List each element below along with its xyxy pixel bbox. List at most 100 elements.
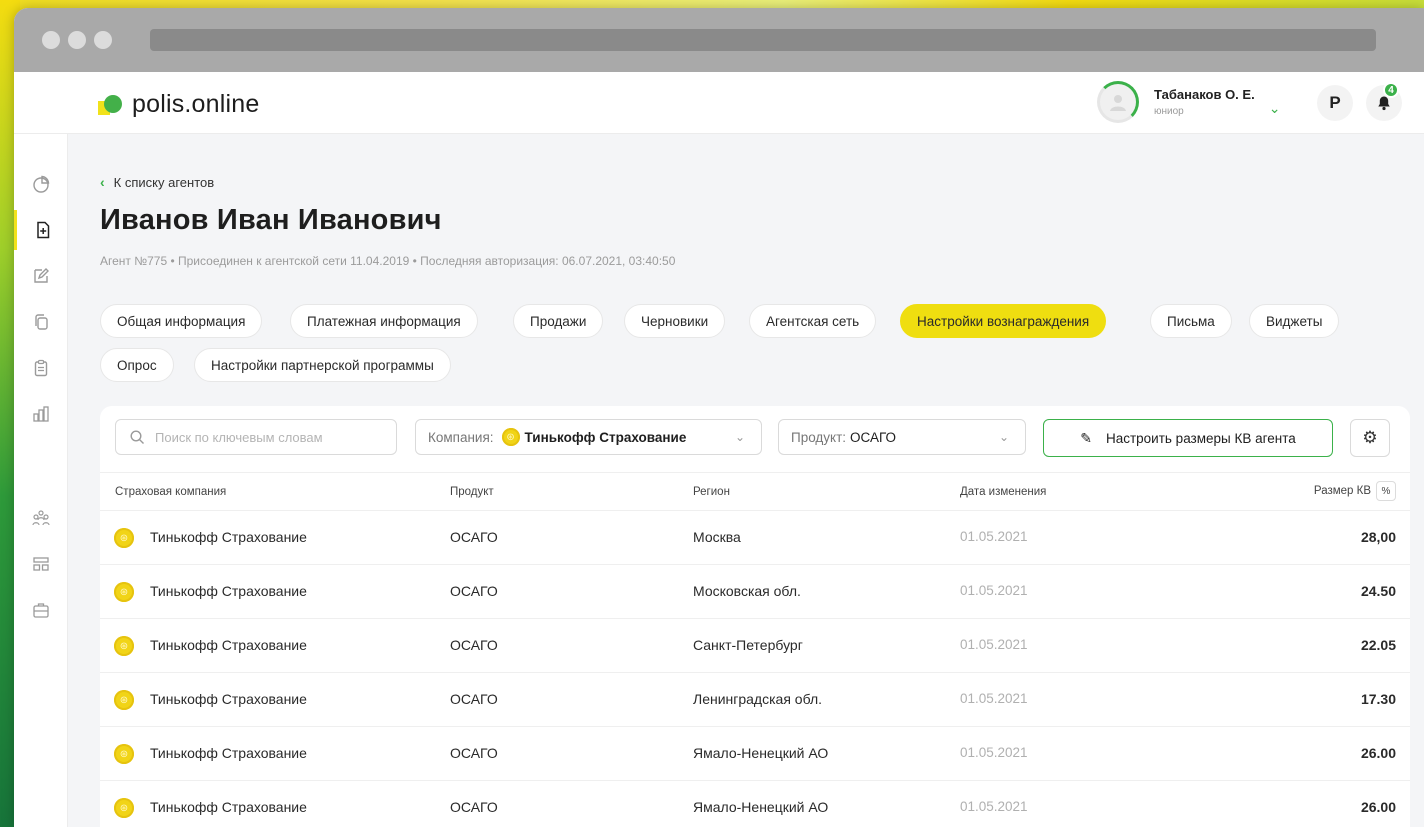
window-close-dot[interactable]: [42, 31, 60, 49]
sidebar-item-copy[interactable]: [14, 302, 68, 342]
chevron-left-icon: ‹: [100, 174, 105, 190]
cell-region: Ямало-Ненецкий АО: [693, 745, 829, 761]
product-select-label: Продукт:: [791, 429, 847, 445]
user-menu[interactable]: Табанаков О. Е. юниор ⌄: [1097, 81, 1280, 123]
balance-button[interactable]: Р: [1317, 85, 1353, 121]
tinkoff-logo-icon: ⊛: [114, 528, 134, 548]
logo-mark-icon: [98, 93, 124, 117]
page-title: Иванов Иван Иванович: [100, 204, 442, 236]
column-product[interactable]: Продукт: [450, 486, 494, 498]
pie-chart-icon: [33, 175, 50, 193]
address-bar[interactable]: [150, 29, 1376, 51]
sidebar-item-agents[interactable]: [14, 210, 68, 250]
cell-product: ОСАГО: [450, 691, 498, 707]
logo-text: polis.online: [132, 90, 260, 118]
company-select-value: Тинькофф Страхование: [524, 429, 687, 445]
column-date[interactable]: Дата изменения: [960, 486, 1046, 498]
cell-company: Тинькофф Страхование: [150, 583, 307, 599]
cell-region: Московская обл.: [693, 583, 801, 599]
cell-date: 01.05.2021: [960, 583, 1028, 598]
gear-icon: ⚙: [1362, 428, 1378, 447]
logo[interactable]: polis.online: [98, 90, 260, 119]
chevron-down-icon[interactable]: ⌄: [1269, 100, 1281, 117]
table-settings-button[interactable]: ⚙: [1350, 419, 1390, 457]
sidebar-item-portfolio[interactable]: [14, 590, 68, 630]
cell-kv: 22.05: [1360, 637, 1396, 653]
copy-icon: [35, 314, 48, 330]
tab-general[interactable]: Общая информация: [100, 304, 263, 338]
table-row[interactable]: ⊛ Тинькофф Страхование ОСАГО Ленинградск…: [100, 672, 1410, 726]
configure-kv-button[interactable]: ✎ Настроить размеры КВ агента: [1043, 419, 1333, 457]
cell-date: 01.05.2021: [960, 529, 1028, 544]
cell-region: Ямало-Ненецкий АО: [693, 799, 829, 815]
search-placeholder: Поиск по ключевым словам: [155, 429, 323, 445]
sidebar-item-dashboard[interactable]: [14, 164, 68, 204]
cell-company: Тинькофф Страхование: [150, 691, 307, 707]
sidebar-item-clipboard[interactable]: [14, 348, 68, 388]
back-link[interactable]: ‹ К списку агентов: [100, 174, 214, 190]
table-row[interactable]: ⊛ Тинькофф Страхование ОСАГО Московская …: [100, 564, 1410, 618]
column-company[interactable]: Страховая компания: [115, 486, 226, 498]
table-row[interactable]: ⊛ Тинькофф Страхование ОСАГО Санкт-Петер…: [100, 618, 1410, 672]
tab-letters[interactable]: Письма: [1150, 304, 1232, 338]
document-plus-icon: [36, 221, 49, 239]
tab-sales[interactable]: Продажи: [513, 304, 604, 338]
column-kv[interactable]: Размер КВ %: [1314, 481, 1396, 501]
sidebar-item-team[interactable]: [14, 498, 68, 538]
cell-kv: 17.30: [1360, 691, 1396, 707]
table-row[interactable]: ⊛ Тинькофф Страхование ОСАГО Москва 01.0…: [100, 510, 1410, 564]
chevron-down-icon: ⌄: [998, 430, 1009, 444]
cell-company: Тинькофф Страхование: [150, 745, 307, 761]
tab-reward-settings[interactable]: Настройки вознаграждения: [900, 304, 1107, 338]
cell-date: 01.05.2021: [960, 799, 1028, 814]
cell-region: Ленинградская обл.: [693, 691, 823, 707]
column-region[interactable]: Регион: [693, 486, 730, 498]
people-icon: [32, 510, 50, 526]
sidebar-item-layout[interactable]: [14, 544, 68, 584]
sidebar-item-edit[interactable]: [14, 256, 68, 296]
search-input[interactable]: Поиск по ключевым словам: [115, 419, 397, 455]
tinkoff-logo-icon: ⊛: [501, 428, 520, 446]
configure-kv-label: Настроить размеры КВ агента: [1105, 430, 1296, 446]
cell-kv: 26.00: [1360, 745, 1396, 761]
tab-drafts[interactable]: Черновики: [624, 304, 726, 338]
tab-widgets[interactable]: Виджеты: [1249, 304, 1340, 338]
browser-titlebar: [14, 8, 1424, 72]
cell-region: Москва: [693, 529, 741, 545]
cell-region: Санкт-Петербург: [693, 637, 803, 653]
company-select-label: Компания:: [428, 429, 494, 445]
agent-meta: Агент №775 • Присоединен к агентской сет…: [100, 254, 676, 268]
chevron-down-icon: ⌄: [734, 430, 745, 444]
tab-survey[interactable]: Опрос: [100, 348, 174, 382]
cell-date: 01.05.2021: [960, 745, 1028, 760]
sidebar: [14, 134, 68, 827]
layout-icon: [33, 557, 49, 571]
cell-date: 01.05.2021: [960, 691, 1028, 706]
notifications-badge: 4: [1383, 82, 1399, 98]
app-header: polis.online Табанаков О. Е. юниор ⌄ Р 4: [14, 72, 1424, 134]
user-role: юниор: [1154, 106, 1184, 117]
table-row[interactable]: ⊛ Тинькофф Страхование ОСАГО Ямало-Ненец…: [100, 780, 1410, 827]
edit-icon: [34, 268, 49, 283]
cell-product: ОСАГО: [450, 583, 498, 599]
company-select[interactable]: Компания: ⊛ Тинькофф Страхование ⌄: [415, 419, 762, 455]
percent-toggle[interactable]: %: [1376, 481, 1396, 501]
search-icon: [130, 429, 144, 444]
reward-settings-panel: Поиск по ключевым словам Компания: ⊛ Тин…: [100, 406, 1410, 827]
window-maximize-dot[interactable]: [94, 31, 112, 49]
avatar: [1097, 81, 1139, 123]
tab-payment[interactable]: Платежная информация: [290, 304, 478, 338]
tinkoff-logo-icon: ⊛: [114, 798, 134, 818]
window-minimize-dot[interactable]: [68, 31, 86, 49]
sidebar-item-reports[interactable]: [14, 394, 68, 434]
table-row[interactable]: ⊛ Тинькофф Страхование ОСАГО Ямало-Ненец…: [100, 726, 1410, 780]
tab-partner-program[interactable]: Настройки партнерской программы: [194, 348, 451, 382]
product-select-value: ОСАГО: [850, 429, 897, 445]
tinkoff-logo-icon: ⊛: [114, 744, 134, 764]
product-select[interactable]: Продукт: ОСАГО ⌄: [778, 419, 1026, 455]
cell-company: Тинькофф Страхование: [150, 529, 307, 545]
tinkoff-logo-icon: ⊛: [114, 582, 134, 602]
user-name: Табанаков О. Е.: [1154, 87, 1255, 102]
tab-agent-network[interactable]: Агентская сеть: [749, 304, 877, 338]
cell-company: Тинькофф Страхование: [150, 799, 307, 815]
